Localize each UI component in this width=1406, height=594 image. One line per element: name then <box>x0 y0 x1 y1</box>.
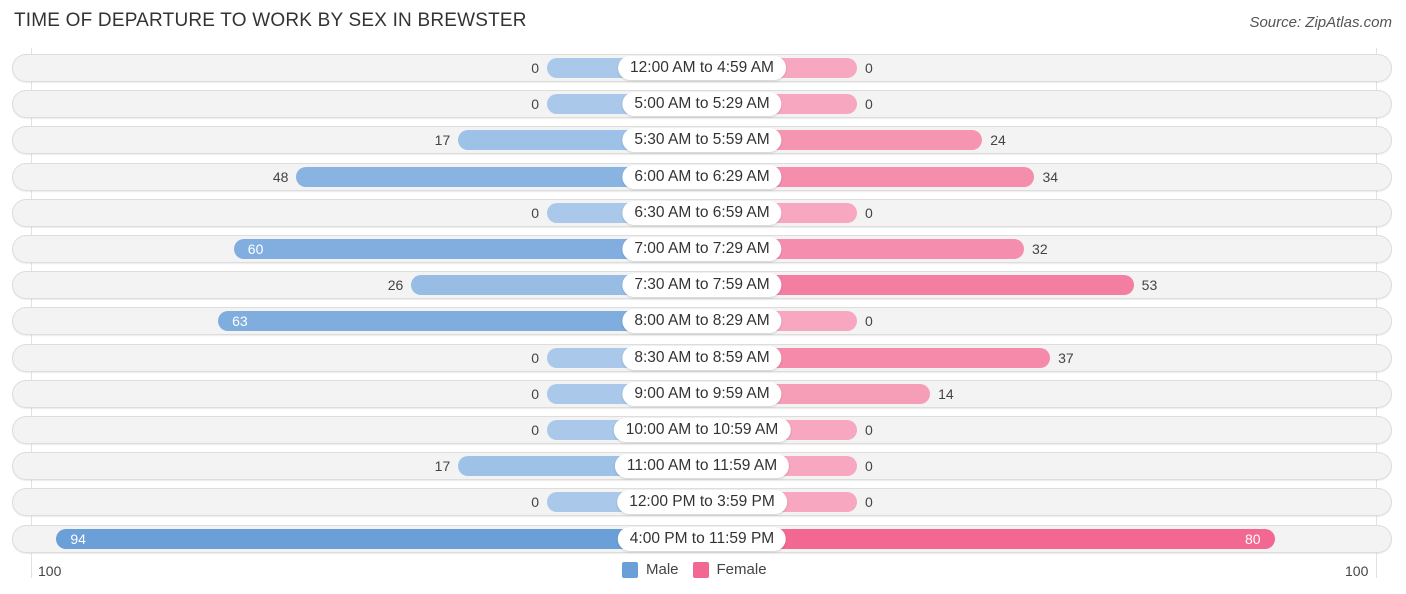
bar-male[interactable] <box>56 528 702 549</box>
value-label-male: 26 <box>387 277 404 294</box>
value-label-male: 0 <box>531 60 539 76</box>
category-label: 8:30 AM to 8:59 AM <box>622 345 782 370</box>
value-label-female: 0 <box>865 60 873 76</box>
legend-item-female[interactable]: Female <box>692 561 767 578</box>
value-label-male: 94 <box>70 530 86 547</box>
value-label-male: 48 <box>272 168 289 185</box>
value-label-female: 14 <box>938 385 954 402</box>
category-label: 5:30 AM to 5:59 AM <box>622 128 782 153</box>
bar-female[interactable] <box>702 528 1275 549</box>
category-label: 6:30 AM to 6:59 AM <box>622 200 782 225</box>
category-label: 11:00 AM to 11:59 AM <box>614 454 790 479</box>
category-label: 7:00 AM to 7:29 AM <box>622 237 782 261</box>
value-label-female: 32 <box>1032 241 1048 257</box>
value-label-female: 80 <box>1245 530 1261 547</box>
category-label: 7:30 AM to 7:59 AM <box>622 273 782 298</box>
legend-label-male: Male <box>646 561 679 578</box>
value-label-female: 0 <box>865 494 873 511</box>
value-label-female: 0 <box>865 458 873 475</box>
value-label-male: 63 <box>232 313 248 330</box>
value-label-female: 24 <box>990 132 1006 149</box>
category-label: 6:00 AM to 6:29 AM <box>622 164 782 189</box>
category-label: 12:00 PM to 3:59 PM <box>617 490 787 515</box>
value-label-male: 0 <box>531 349 539 366</box>
value-label-female: 53 <box>1141 277 1158 294</box>
chart-title: TIME OF DEPARTURE TO WORK BY SEX IN BREW… <box>14 10 527 31</box>
value-label-female: 0 <box>865 96 873 113</box>
axis-tick-left: 100 <box>38 563 62 579</box>
value-label-female: 0 <box>865 422 873 438</box>
value-label-male: 60 <box>247 241 264 257</box>
value-label-female: 0 <box>865 204 873 221</box>
value-label-female: 37 <box>1058 349 1074 366</box>
category-label: 9:00 AM to 9:59 AM <box>622 381 782 406</box>
value-label-male: 0 <box>531 494 539 511</box>
legend-swatch-female <box>692 561 709 578</box>
value-label-female: 34 <box>1042 168 1059 185</box>
category-label: 10:00 AM to 10:59 AM <box>613 418 791 442</box>
value-label-male: 17 <box>434 458 451 475</box>
legend-label-female: Female <box>716 561 767 578</box>
value-label-male: 17 <box>434 132 451 149</box>
source-label: Source: ZipAtlas.com <box>1249 14 1392 31</box>
value-label-male: 0 <box>531 96 539 113</box>
category-label: 12:00 AM to 4:59 AM <box>618 56 786 80</box>
value-label-male: 0 <box>531 204 539 221</box>
legend: Male Female <box>622 561 781 578</box>
legend-swatch-male <box>622 561 638 578</box>
category-label: 8:00 AM to 8:29 AM <box>622 309 782 334</box>
value-label-female: 0 <box>865 313 873 330</box>
category-label: 4:00 PM to 11:59 PM <box>617 526 787 551</box>
value-label-male: 0 <box>531 385 539 402</box>
category-label: 5:00 AM to 5:29 AM <box>622 92 782 117</box>
legend-item-male[interactable]: Male <box>622 561 679 578</box>
value-label-male: 0 <box>531 422 539 438</box>
axis-tick-right: 100 <box>1345 563 1369 579</box>
